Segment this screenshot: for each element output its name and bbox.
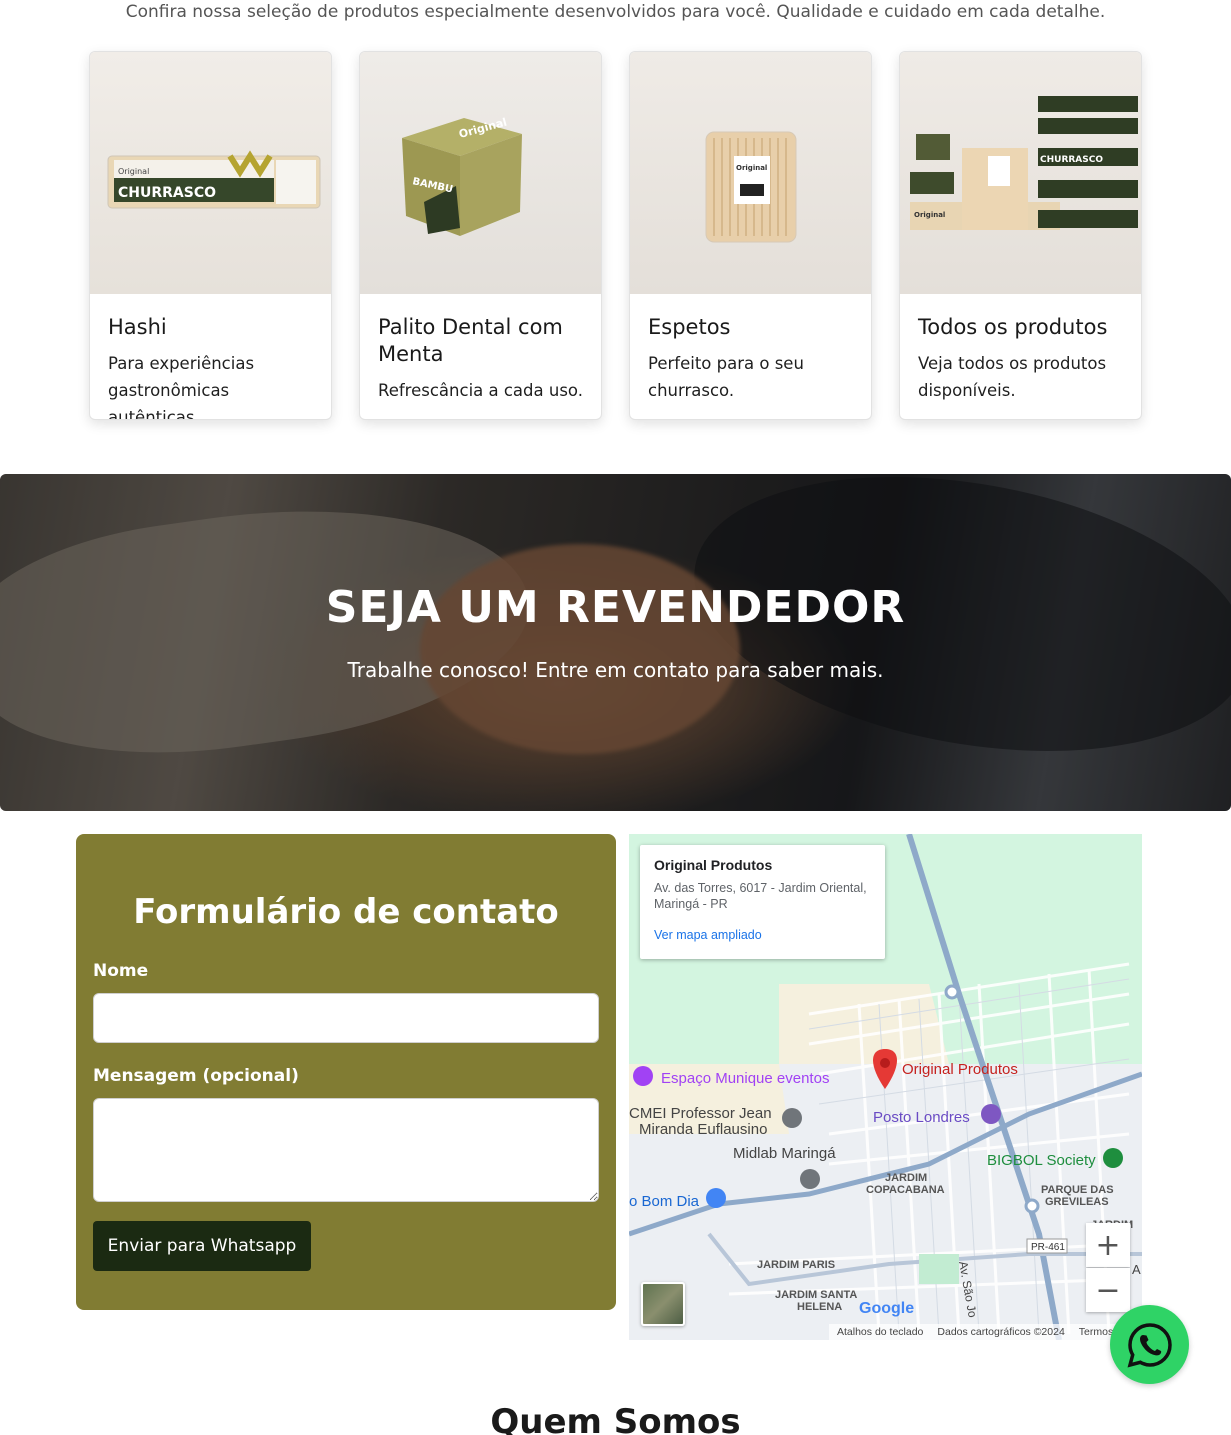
poi-gas-icon	[981, 1104, 1001, 1124]
map-footer: Atalhos do teclado Dados cartográficos ©…	[829, 1324, 1142, 1340]
view-larger-map-link[interactable]: Ver mapa ampliado	[654, 928, 871, 942]
whatsapp-button[interactable]	[1110, 1305, 1189, 1384]
map-label-midlab: Midlab Maringá	[733, 1145, 836, 1162]
reseller-subtitle: Trabalhe conosco! Entre em contato para …	[347, 658, 884, 682]
map-label-edge: A	[1132, 1262, 1141, 1277]
map-label-copa2: COPACABANA	[866, 1184, 945, 1196]
poi-school-icon	[782, 1108, 802, 1128]
message-textarea[interactable]	[93, 1098, 599, 1202]
product-cards: Original CHURRASCO Hashi Para experiênci…	[89, 51, 1142, 420]
product-image-hashi: Original CHURRASCO	[90, 52, 331, 294]
card-title: Espetos	[648, 315, 731, 339]
map-label-helena1: JARDIM SANTA	[775, 1289, 857, 1301]
product-card-palito-dental[interactable]: Original BAMBU Palito Dental com Menta R…	[359, 51, 602, 420]
card-description: Perfeito para o seu churrasco.	[648, 354, 804, 400]
map-label-munique: Espaço Munique eventos	[661, 1070, 829, 1087]
keyboard-shortcuts-link[interactable]: Atalhos do teclado	[837, 1326, 923, 1338]
card-title: Palito Dental com Menta	[378, 315, 563, 366]
map-label-grev2: GREVILEAS	[1045, 1196, 1109, 1208]
product-image-espetos: Original	[630, 52, 871, 294]
about-section-title: Quem Somos	[490, 1402, 741, 1435]
map-place-title: Original Produtos	[654, 857, 773, 873]
zoom-in-button[interactable]: +	[1086, 1223, 1130, 1267]
card-description: Veja todos os produtos disponíveis.	[918, 354, 1107, 400]
map-label-road: PR-461	[1031, 1242, 1065, 1253]
brand-text: Original	[914, 211, 945, 219]
poi-shop-icon	[706, 1188, 726, 1208]
label-text: CHURRASCO	[118, 185, 216, 201]
google-logo: Google	[859, 1300, 915, 1317]
reseller-banner: SEJA UM REVENDEDOR Trabalhe conosco! Ent…	[0, 474, 1231, 811]
brand-text: Original	[118, 167, 149, 176]
message-label: Mensagem (opcional)	[93, 1066, 299, 1086]
map-label-pin: Original Produtos	[902, 1061, 1018, 1078]
map-label-copa1: JARDIM	[885, 1172, 927, 1184]
location-map[interactable]: Original Produtos Espaço Munique eventos…	[629, 834, 1142, 1340]
map-place-address: Av. das Torres, 6017 - Jardim Oriental, …	[654, 881, 867, 911]
card-title: Todos os produtos	[918, 315, 1108, 339]
map-label-cmei2: Miranda Euflausino	[639, 1121, 767, 1138]
map-place-card: Original Produtos Av. das Torres, 6017 -…	[640, 845, 885, 959]
whatsapp-icon	[1127, 1322, 1172, 1367]
product-image-palito: Original BAMBU	[360, 52, 601, 294]
product-card-hashi[interactable]: Original CHURRASCO Hashi Para experiênci…	[89, 51, 332, 420]
map-label-bomdia: o Bom Dia	[629, 1193, 700, 1210]
brand-text: Original	[736, 164, 767, 172]
map-data-text: Dados cartográficos ©2024	[937, 1326, 1065, 1338]
map-label-cmei1: CMEI Professor Jean	[629, 1105, 772, 1122]
map-label-helena2: HELENA	[797, 1301, 842, 1313]
reseller-title: SEJA UM REVENDEDOR	[325, 582, 906, 633]
send-whatsapp-button[interactable]: Enviar para Whatsapp	[93, 1221, 311, 1271]
card-description: Refrescância a cada uso.	[378, 381, 583, 400]
map-label-bigbol: BIGBOL Society	[987, 1152, 1096, 1169]
terms-link[interactable]: Termos	[1079, 1326, 1113, 1338]
product-card-todos[interactable]: CHURRASCO Original Todos os produtos Vej…	[899, 51, 1142, 420]
poi-sport-icon	[1103, 1148, 1123, 1168]
label-text: CHURRASCO	[1040, 155, 1103, 165]
poi-lab-icon	[800, 1169, 820, 1189]
poi-event-icon	[633, 1066, 653, 1086]
form-title: Formulário de contato	[133, 892, 559, 932]
map-label-paris: JARDIM PARIS	[757, 1259, 835, 1271]
zoom-out-button[interactable]: −	[1086, 1268, 1130, 1312]
map-label-grev1: PARQUE DAS	[1041, 1184, 1114, 1196]
contact-form: Formulário de contato Nome Mensagem (opc…	[76, 834, 616, 1310]
product-image-todos: CHURRASCO Original	[900, 52, 1141, 294]
product-card-espetos[interactable]: Original Espetos Perfeito para o seu chu…	[629, 51, 872, 420]
map-label-posto: Posto Londres	[873, 1109, 970, 1126]
satellite-toggle-button[interactable]	[641, 1282, 685, 1326]
card-description: Para experiências gastronômicas autêntic…	[108, 354, 255, 420]
section-intro-text: Confira nossa seleção de produtos especi…	[125, 2, 1106, 22]
name-label: Nome	[93, 961, 149, 981]
card-title: Hashi	[108, 315, 167, 339]
name-input[interactable]	[93, 993, 599, 1043]
